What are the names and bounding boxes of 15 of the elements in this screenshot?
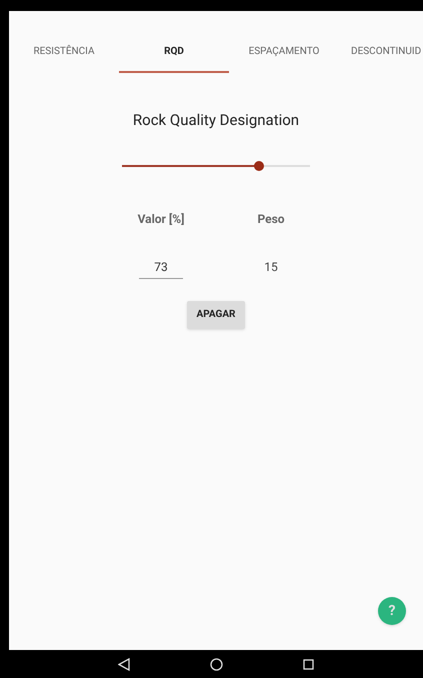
page-title: Rock Quality Designation: [132, 110, 300, 131]
weight-value: 15: [264, 258, 278, 276]
slider-thumb[interactable]: [254, 160, 264, 170]
tab[interactable]: ESPAÇAMENTO: [229, 33, 339, 73]
value-field[interactable]: 73: [139, 258, 183, 278]
tab[interactable]: RESISTÊNCIA: [9, 33, 119, 73]
tab[interactable]: DESCONTINUID: [339, 33, 423, 73]
clear-button[interactable]: APAGAR: [186, 300, 246, 328]
slider[interactable]: [122, 160, 310, 172]
value-label: Valor [%]: [138, 210, 184, 228]
recents-icon[interactable]: [303, 658, 314, 670]
tab[interactable]: RQD: [119, 33, 229, 73]
home-icon[interactable]: [210, 658, 223, 670]
weight-label: Peso: [257, 210, 285, 228]
back-icon[interactable]: [118, 658, 130, 670]
